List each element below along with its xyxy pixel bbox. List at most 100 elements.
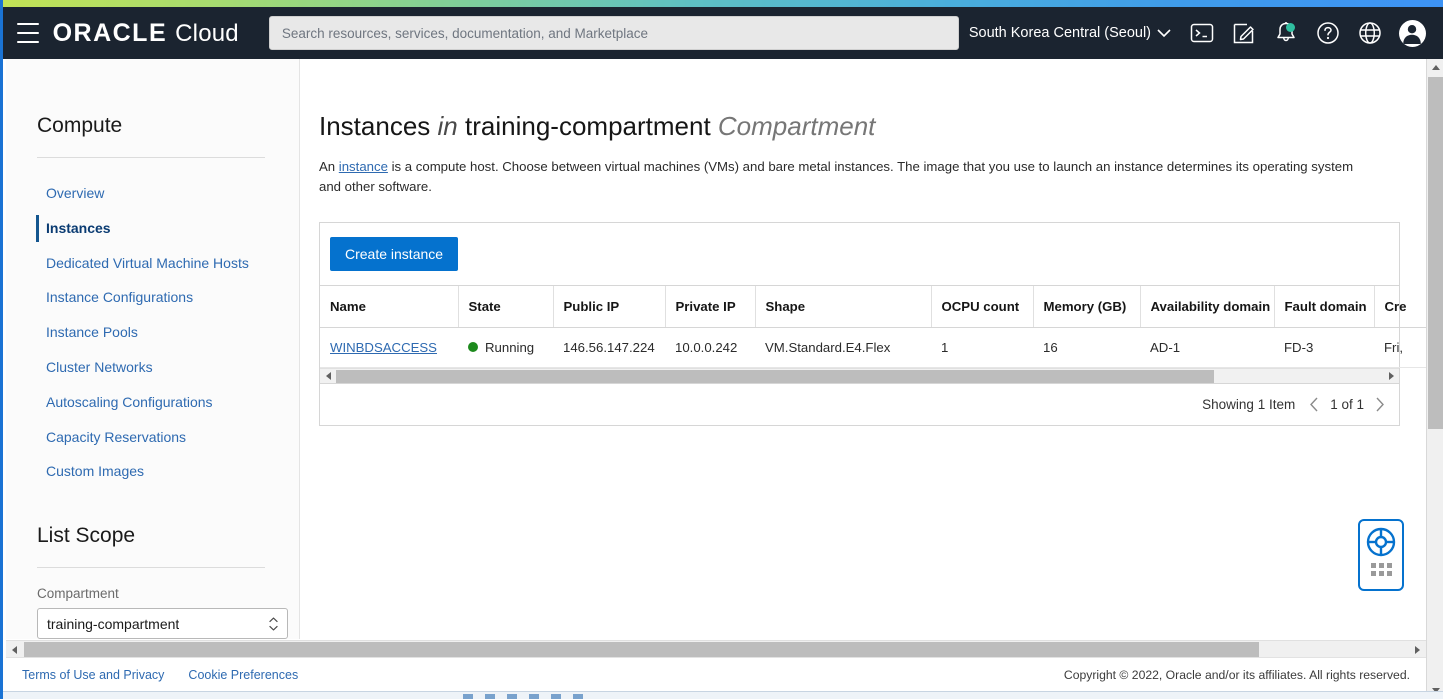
sidebar-item-instance-configurations[interactable]: Instance Configurations	[37, 280, 265, 315]
browser-window: ORACLE Cloud South Korea Central (Seoul)	[0, 0, 1443, 699]
footer-links: Terms of Use and Privacy Cookie Preferen…	[22, 668, 298, 682]
oracle-cloud-logo[interactable]: ORACLE Cloud	[53, 19, 239, 48]
column-header-memory-gb[interactable]: Memory (GB)	[1033, 285, 1141, 328]
page-body: Compute Overview Instances Dedicated Vir…	[6, 59, 1443, 699]
chevron-right-icon	[1376, 397, 1384, 412]
pagination-next-button[interactable]	[1375, 397, 1385, 412]
column-header-availability-domain[interactable]: Availability domain	[1140, 285, 1275, 328]
status-dot-running-icon	[468, 342, 478, 353]
page-title-in: in	[437, 111, 458, 141]
instances-table-wrap: Name State Public IP Private IP Shape OC…	[320, 285, 1426, 368]
column-header-created[interactable]: Cre	[1374, 285, 1426, 328]
code-editor-icon[interactable]	[1223, 13, 1265, 53]
sidebar-item-custom-images[interactable]: Custom Images	[37, 454, 265, 489]
page-scroll-left-arrow-icon[interactable]	[6, 641, 23, 658]
help-support-widget[interactable]	[1358, 519, 1404, 591]
table-header-row: Name State Public IP Private IP Shape OC…	[320, 285, 1426, 328]
scroll-right-arrow-icon[interactable]	[1383, 369, 1399, 384]
search-input[interactable]	[268, 16, 959, 50]
page-title-compartment-name: training-compartment	[465, 111, 711, 141]
chevron-down-icon	[269, 625, 278, 631]
sidebar-item-instances[interactable]: Instances	[36, 211, 265, 246]
global-header: ORACLE Cloud South Korea Central (Seoul)	[3, 7, 1443, 59]
page-description: An instance is a compute host. Choose be…	[319, 157, 1371, 197]
create-instance-button[interactable]: Create instance	[330, 236, 459, 271]
brand-gradient-stripe	[3, 0, 1443, 7]
terms-of-use-link[interactable]: Terms of Use and Privacy	[22, 668, 164, 682]
column-header-private-ip[interactable]: Private IP	[665, 285, 756, 328]
cell-ocpu-count: 1	[931, 327, 1033, 368]
cookie-preferences-link[interactable]: Cookie Preferences	[188, 668, 298, 682]
table-toolbar: Create instance	[320, 223, 1399, 286]
showing-count-text: Showing 1 Item	[1202, 396, 1296, 412]
cell-name: WINBDSACCESS	[320, 327, 458, 368]
sidebar-nav: Overview Instances Dedicated Virtual Mac…	[36, 176, 265, 489]
column-header-name[interactable]: Name	[320, 285, 459, 328]
chevron-left-icon	[1310, 397, 1318, 412]
table-row: WINBDSACCESS Running 146.56.147.224 10.0…	[320, 327, 1426, 368]
hamburger-menu-icon[interactable]	[17, 23, 39, 43]
main-content: Instances in training-compartment Compar…	[300, 59, 1426, 639]
sidebar-item-dedicated-virtual-machine-hosts[interactable]: Dedicated Virtual Machine Hosts	[37, 246, 265, 281]
cell-availability-domain: AD-1	[1140, 327, 1274, 368]
brand-cloud-text: Cloud	[175, 19, 239, 47]
table-horizontal-scrollbar[interactable]	[320, 367, 1399, 384]
sidebar-item-capacity-reservations[interactable]: Capacity Reservations	[37, 420, 265, 455]
notification-badge-dot	[1286, 23, 1295, 32]
table-footer: Showing 1 Item 1 of 1	[320, 384, 1399, 425]
page-scroll-right-arrow-icon[interactable]	[1409, 641, 1426, 658]
page-vscrollbar-thumb[interactable]	[1428, 77, 1443, 429]
page-title-compartment-word: Compartment	[717, 111, 876, 141]
help-question-icon[interactable]	[1307, 13, 1349, 53]
page-vertical-scrollbar[interactable]	[1426, 59, 1443, 699]
user-avatar-icon[interactable]	[1391, 13, 1433, 53]
page-hscrollbar-thumb[interactable]	[24, 642, 1259, 657]
table-scrollbar-thumb[interactable]	[336, 369, 1214, 383]
sidebar: Compute Overview Instances Dedicated Vir…	[6, 59, 300, 655]
chevron-up-icon	[269, 617, 278, 622]
compartment-select-value: training-compartment	[47, 615, 180, 632]
scroll-left-arrow-icon[interactable]	[320, 369, 336, 384]
column-header-state[interactable]: State	[458, 285, 554, 328]
page-description-after: is a compute host. Choose between virtua…	[319, 159, 1354, 194]
status-badge: Running	[485, 339, 535, 355]
sidebar-item-overview[interactable]: Overview	[37, 176, 265, 211]
page-title-resource: Instances	[319, 111, 431, 141]
sidebar-item-instance-pools[interactable]: Instance Pools	[37, 315, 265, 350]
pagination-prev-button[interactable]	[1309, 397, 1319, 412]
select-chevrons-icon	[269, 617, 278, 631]
page-scroll-up-arrow-icon[interactable]	[1427, 59, 1443, 76]
pagination-page-text: 1 of 1	[1330, 396, 1364, 412]
cloud-shell-icon[interactable]	[1181, 13, 1223, 53]
lifebuoy-icon	[1366, 527, 1396, 557]
column-header-fault-domain[interactable]: Fault domain	[1274, 285, 1375, 328]
compartment-label: Compartment	[37, 586, 119, 602]
header-actions: South Korea Central (Seoul)	[959, 13, 1443, 53]
global-search	[268, 16, 959, 50]
brand-oracle-text: ORACLE	[52, 18, 168, 47]
page-horizontal-scrollbar[interactable]	[6, 640, 1426, 658]
cell-created: Fri,	[1374, 327, 1426, 368]
list-scope-divider	[37, 567, 265, 569]
page-description-before: An	[319, 159, 339, 174]
drag-handle-dots-icon[interactable]	[1370, 563, 1392, 576]
sidebar-item-autoscaling-configurations[interactable]: Autoscaling Configurations	[37, 385, 265, 420]
page-footer: Terms of Use and Privacy Cookie Preferen…	[6, 657, 1426, 691]
instance-name-link[interactable]: WINBDSACCESS	[330, 340, 437, 355]
column-header-ocpu-count[interactable]: OCPU count	[931, 285, 1034, 328]
column-header-shape[interactable]: Shape	[755, 285, 932, 328]
cell-private-ip: 10.0.0.242	[665, 327, 755, 368]
cell-state: Running	[458, 327, 553, 368]
sidebar-item-cluster-networks[interactable]: Cluster Networks	[37, 350, 265, 385]
notifications-bell-icon[interactable]	[1265, 13, 1307, 53]
instances-table: Name State Public IP Private IP Shape OC…	[320, 285, 1426, 368]
instances-table-card: Create instance Name State Public IP Pri…	[319, 221, 1426, 426]
cell-public-ip: 146.56.147.224	[553, 327, 665, 368]
region-selector-label: South Korea Central (Seoul)	[968, 25, 1151, 41]
region-selector[interactable]: South Korea Central (Seoul)	[959, 19, 1181, 47]
instance-doc-link[interactable]: instance	[339, 159, 388, 174]
column-header-public-ip[interactable]: Public IP	[553, 285, 666, 328]
compartment-select[interactable]: training-compartment	[37, 608, 288, 640]
avatar	[1398, 19, 1426, 47]
language-globe-icon[interactable]	[1349, 13, 1391, 53]
